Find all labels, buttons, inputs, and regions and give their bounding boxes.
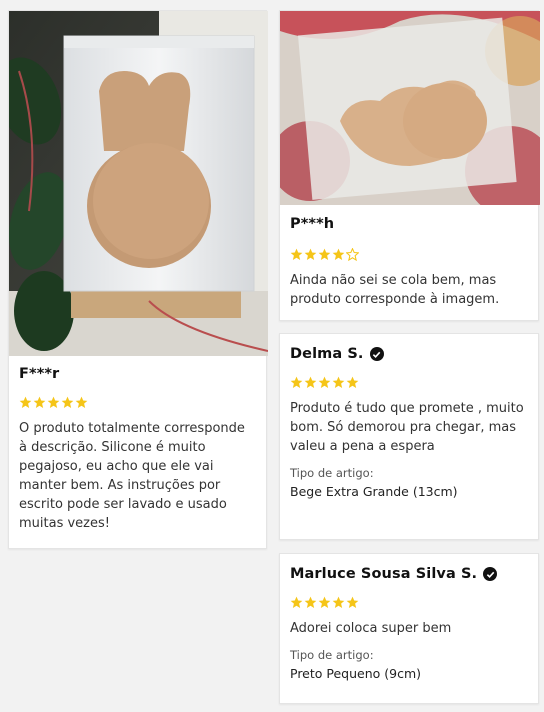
review-card: Delma S. Produto é tudo que promete , mu… bbox=[279, 333, 539, 540]
star-icon bbox=[304, 376, 317, 389]
review-card: P***h Ainda não sei se cola bem, mas pro… bbox=[279, 10, 540, 321]
item-type-label: Tipo de artigo: bbox=[290, 466, 374, 480]
star-icon bbox=[290, 596, 303, 609]
rating-stars bbox=[290, 596, 528, 609]
star-icon bbox=[33, 396, 46, 409]
star-icon bbox=[47, 396, 60, 409]
review-text: O produto totalmente corresponde à descr… bbox=[19, 421, 245, 531]
review-author: F***r bbox=[19, 366, 60, 382]
star-outline-icon bbox=[346, 248, 359, 261]
rating-stars bbox=[290, 376, 528, 389]
rating-stars bbox=[290, 248, 528, 261]
star-icon bbox=[318, 248, 331, 261]
item-type-value: Preto Pequeno (9cm) bbox=[290, 666, 422, 681]
review-photo[interactable] bbox=[280, 11, 540, 205]
rating-stars bbox=[19, 396, 256, 409]
star-icon bbox=[304, 248, 317, 261]
review-text: Ainda não sei se cola bem, mas produto c… bbox=[290, 273, 500, 307]
review-card: Marluce Sousa Silva S. Adorei coloca sup… bbox=[279, 553, 539, 704]
review-text: Produto é tudo que promete , muito bom. … bbox=[290, 401, 524, 454]
review-author: P***h bbox=[290, 216, 335, 232]
star-icon bbox=[346, 596, 359, 609]
review-author: Marluce Sousa Silva S. bbox=[290, 566, 528, 582]
star-icon bbox=[61, 396, 74, 409]
star-icon bbox=[332, 376, 345, 389]
star-icon bbox=[290, 376, 303, 389]
review-photo[interactable] bbox=[9, 11, 268, 356]
item-type-label: Tipo de artigo: bbox=[290, 648, 374, 662]
verified-check-icon bbox=[483, 567, 498, 581]
star-icon bbox=[346, 376, 359, 389]
star-icon bbox=[332, 248, 345, 261]
review-card: F***r O produto totalmente corresponde à… bbox=[8, 10, 268, 549]
star-icon bbox=[318, 376, 331, 389]
star-icon bbox=[75, 396, 88, 409]
review-author: Delma S. bbox=[290, 346, 528, 362]
star-icon bbox=[332, 596, 345, 609]
star-icon bbox=[19, 396, 32, 409]
review-text: Adorei coloca super bem bbox=[290, 621, 452, 636]
verified-check-icon bbox=[369, 347, 384, 361]
star-icon bbox=[290, 248, 303, 261]
item-type-value: Bege Extra Grande (13cm) bbox=[290, 484, 458, 499]
star-icon bbox=[304, 596, 317, 609]
star-icon bbox=[318, 596, 331, 609]
